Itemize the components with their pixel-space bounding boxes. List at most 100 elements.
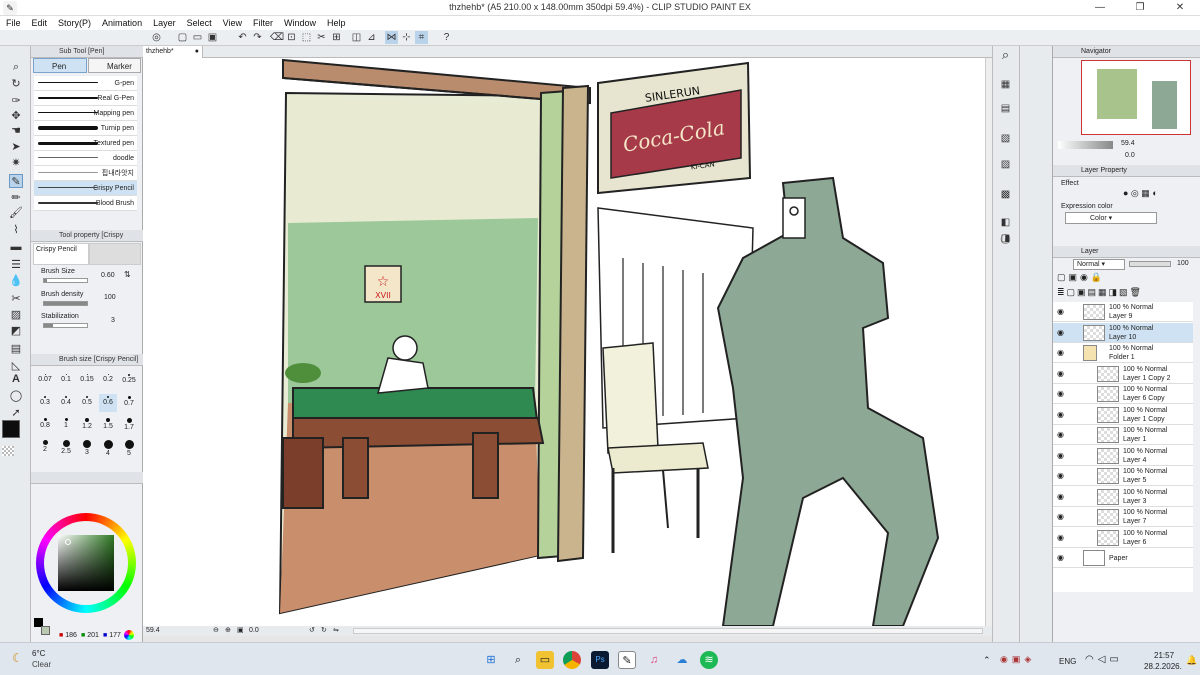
brush-size-preset[interactable]: 0.8 bbox=[36, 416, 54, 434]
object-tool-icon[interactable]: ➤ bbox=[9, 140, 23, 154]
layer-row[interactable]: ◉ 100 % Normal Layer 1 Copy bbox=[1053, 404, 1193, 425]
brush-size-preset[interactable]: 1 bbox=[57, 416, 75, 434]
effect-icons[interactable]: ● ◎ ▦ ◐ bbox=[1123, 188, 1158, 199]
opacity-value[interactable]: 100 bbox=[1177, 260, 1189, 267]
navigator-preview[interactable] bbox=[1081, 60, 1191, 135]
transform-icon[interactable]: ⊡ bbox=[285, 31, 298, 44]
snap-grid-icon[interactable]: ⋈ bbox=[385, 31, 398, 44]
opacity-slider[interactable] bbox=[1129, 261, 1171, 267]
menu-filter[interactable]: Filter bbox=[253, 18, 273, 28]
minimize-icon[interactable]: — bbox=[1080, 0, 1120, 16]
menu-view[interactable]: View bbox=[223, 18, 242, 28]
navigator-zoom-slider[interactable] bbox=[1058, 141, 1113, 149]
zoom-out-icon[interactable]: ⊖ bbox=[213, 626, 219, 634]
tray-chevron-icon[interactable]: ⌃ bbox=[983, 655, 991, 666]
tab-close-icon[interactable]: ● bbox=[195, 46, 199, 58]
brush-item-custom[interactable]: 핍내라앗지 bbox=[34, 166, 137, 181]
clip-studio-icon[interactable]: ◎ bbox=[150, 31, 163, 44]
brush-size-slider[interactable] bbox=[43, 278, 88, 283]
expression-color-select[interactable]: Color ▾ bbox=[1065, 212, 1157, 224]
visibility-eye-icon[interactable]: ◉ bbox=[1057, 430, 1066, 439]
layer-row[interactable]: ◉ 100 % Normal Layer 9 bbox=[1053, 302, 1193, 322]
transparent-color-swatch[interactable] bbox=[2, 446, 14, 456]
fit-icon[interactable]: ▣ bbox=[237, 626, 244, 634]
redo-icon[interactable]: ↷ bbox=[251, 31, 264, 44]
brush-size-preset[interactable]: 0.3 bbox=[36, 394, 54, 412]
snap-special-ruler-icon[interactable]: ⊹ bbox=[400, 31, 413, 44]
visibility-eye-icon[interactable]: ◉ bbox=[1057, 533, 1066, 542]
layer-row[interactable]: ◉ 100 % Normal Layer 6 Copy bbox=[1053, 384, 1193, 404]
clock-time[interactable]: 21:57 bbox=[1154, 651, 1174, 660]
close-icon[interactable]: ✕ bbox=[1160, 0, 1200, 16]
move-tool-icon[interactable]: ✥ bbox=[9, 109, 23, 123]
snap-guide-icon[interactable]: ⌗ bbox=[415, 31, 428, 44]
brush-size-preset[interactable]: 2.5 bbox=[57, 438, 75, 456]
sub-view-icon[interactable]: ◧ bbox=[999, 216, 1012, 229]
visibility-eye-icon[interactable]: ◉ bbox=[1057, 471, 1066, 480]
undo-icon[interactable]: ↶ bbox=[236, 31, 249, 44]
text-tool-icon[interactable]: A bbox=[9, 372, 23, 386]
layer-toolbar-icons[interactable]: ▢▣◉🔒 bbox=[1057, 272, 1105, 283]
brush-size-preset[interactable]: 0.1 bbox=[57, 372, 75, 390]
visibility-eye-icon[interactable]: ◉ bbox=[1057, 307, 1066, 316]
flip-icon[interactable]: ⇋ bbox=[333, 626, 339, 634]
snap-ruler-icon[interactable]: ⊿ bbox=[365, 31, 378, 44]
file-explorer-icon[interactable]: ▭ bbox=[536, 651, 554, 669]
eyedropper-tool-icon[interactable]: ✑ bbox=[9, 94, 23, 108]
rotate-tool-icon[interactable]: ↻ bbox=[9, 77, 23, 91]
visibility-eye-icon[interactable]: ◉ bbox=[1057, 553, 1066, 562]
visibility-eye-icon[interactable]: ◉ bbox=[1057, 389, 1066, 398]
material-3-icon[interactable]: ▧ bbox=[999, 132, 1012, 145]
eraser-tool-icon[interactable]: ▬ bbox=[9, 240, 23, 254]
brush-size-preset[interactable]: 0.6 bbox=[99, 394, 117, 412]
canvas[interactable]: ☆ XVII SINLERUN Coca-Cola KI-CAN bbox=[143, 58, 985, 626]
brush-size-preset[interactable]: 5 bbox=[120, 438, 138, 457]
main-color-swatch[interactable] bbox=[2, 420, 20, 438]
itunes-icon[interactable]: ♫ bbox=[645, 651, 663, 669]
menu-animation[interactable]: Animation bbox=[102, 18, 142, 28]
blend-tool-icon[interactable]: ☰ bbox=[9, 258, 23, 272]
brush-density-slider[interactable] bbox=[43, 301, 88, 306]
zoom-in-icon[interactable]: ⊕ bbox=[225, 626, 231, 634]
spotify-icon[interactable]: ≋ bbox=[700, 651, 718, 669]
pencil-tool-icon[interactable]: ✏ bbox=[9, 191, 23, 205]
navigator-angle[interactable]: 0.0 bbox=[1125, 152, 1135, 159]
brush-size-stepper-icon[interactable]: ⇅ bbox=[124, 270, 131, 279]
airbrush-tool-icon[interactable]: ⌇ bbox=[9, 223, 23, 237]
layer-search-icon[interactable]: ▩ bbox=[999, 188, 1012, 201]
rotate-left-icon[interactable]: ↺ bbox=[309, 626, 315, 634]
material-icon[interactable]: ▦ bbox=[999, 78, 1012, 91]
material-2-icon[interactable]: ▤ bbox=[999, 102, 1012, 115]
canvas-vertical-scrollbar[interactable] bbox=[985, 58, 992, 626]
brush-size-preset[interactable]: 1.7 bbox=[120, 416, 138, 434]
figure-tool-icon[interactable]: ◩ bbox=[9, 324, 23, 338]
menu-file[interactable]: File bbox=[6, 18, 21, 28]
correct-line-tool-icon[interactable]: ➚ bbox=[9, 406, 23, 420]
canvas-horizontal-scrollbar[interactable] bbox=[353, 628, 983, 634]
menu-edit[interactable]: Edit bbox=[32, 18, 48, 28]
deselect-icon[interactable]: ⬚ bbox=[300, 31, 313, 44]
brush-item-crispy-pencil[interactable]: Crispy Pencil bbox=[34, 181, 137, 196]
visibility-eye-icon[interactable]: ◉ bbox=[1057, 348, 1066, 357]
visibility-eye-icon[interactable]: ◉ bbox=[1057, 512, 1066, 521]
brush-size-preset[interactable]: 0.2 bbox=[99, 372, 117, 390]
brush-size-preset[interactable]: 1.2 bbox=[78, 416, 96, 434]
brush-size-preset[interactable]: 4 bbox=[99, 438, 117, 457]
brush-item-mapping-pen[interactable]: Mapping pen bbox=[34, 106, 137, 121]
layer-row[interactable]: ◉ 100 % Normal Layer 3 bbox=[1053, 486, 1193, 507]
zoom-value[interactable]: 59.4 bbox=[146, 627, 160, 634]
material-4-icon[interactable]: ▨ bbox=[999, 158, 1012, 171]
tray-app-icons[interactable]: ◉▣◈ bbox=[1000, 654, 1035, 665]
open-file-icon[interactable]: ▭ bbox=[191, 31, 204, 44]
layer-row[interactable]: ◉ 100 % Normal Layer 7 bbox=[1053, 507, 1193, 527]
layer-row[interactable]: ◉ 100 % Normal Layer 1 bbox=[1053, 425, 1193, 445]
brush-item-turnip-pen[interactable]: Turnip pen bbox=[34, 121, 137, 136]
clip-studio-taskbar-icon[interactable]: ✎ bbox=[618, 651, 636, 669]
search-icon[interactable]: ⌕ bbox=[999, 48, 1012, 61]
save-icon[interactable]: ▣ bbox=[206, 31, 219, 44]
balloon-tool-icon[interactable]: ◯ bbox=[9, 389, 23, 403]
magic-wand-icon[interactable]: ✷ bbox=[9, 156, 23, 170]
visibility-eye-icon[interactable]: ◉ bbox=[1057, 328, 1066, 337]
menu-window[interactable]: Window bbox=[284, 18, 316, 28]
layer-row[interactable]: ◉ 100 % Normal Layer 10 bbox=[1053, 322, 1193, 343]
